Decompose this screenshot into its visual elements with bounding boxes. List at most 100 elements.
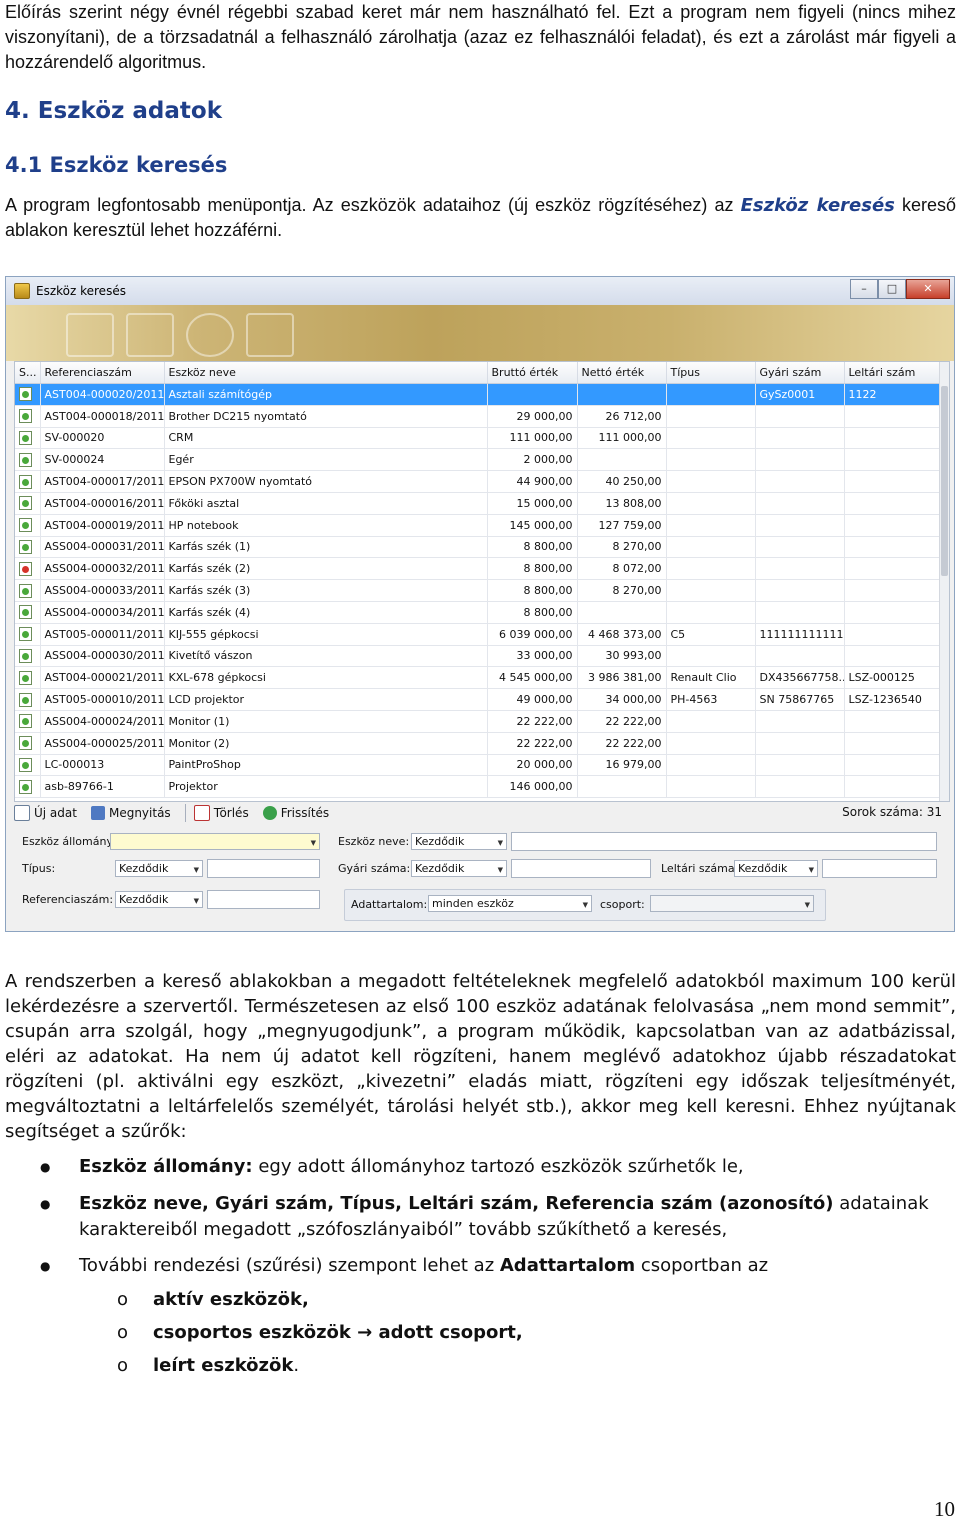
cell-serial: 1111111111111 — [755, 623, 845, 646]
status-cell — [15, 732, 41, 755]
minimize-button[interactable]: – — [850, 279, 878, 299]
cell-serial — [755, 405, 845, 428]
cell-type — [666, 645, 756, 668]
table-row[interactable]: ASS004-000032/2011 Karfás szék (2) 8 800,0… — [15, 557, 941, 581]
scrollbar-thumb[interactable] — [941, 386, 948, 576]
stock-select[interactable] — [110, 833, 320, 850]
cell-net: 8 072,00 — [577, 557, 667, 581]
reference-mode-select[interactable]: Kezdődik — [115, 891, 203, 908]
content-select[interactable]: minden eszköz — [428, 895, 592, 912]
column-header-gross[interactable]: Bruttó érték — [487, 362, 578, 384]
cell-inv: 1122 — [844, 383, 941, 406]
cell-type — [666, 492, 756, 515]
delete-button[interactable]: Törlés — [193, 805, 249, 821]
cell-name: Karfás szék (2) — [164, 557, 488, 581]
table-row[interactable]: asb-89766-1 Projektor 146 000,00 — [15, 775, 941, 799]
grid-scrollbar[interactable] — [939, 362, 949, 801]
status-green-icon — [19, 757, 32, 772]
cell-ref: ASS004-000024/2011 — [40, 710, 165, 733]
cell-gross: 44 900,00 — [487, 470, 578, 493]
inventory-mode-select[interactable]: Kezdődik — [734, 860, 818, 877]
inventory-input[interactable] — [822, 859, 937, 878]
name-input[interactable] — [511, 832, 937, 851]
serial-input[interactable] — [511, 859, 651, 878]
reference-input[interactable] — [207, 890, 320, 909]
status-cell — [15, 557, 41, 581]
cell-serial: DX435667758... — [755, 666, 845, 690]
cell-inv: LSZ-1236540 — [844, 688, 941, 711]
cell-type — [666, 470, 756, 493]
status-green-icon — [19, 474, 32, 489]
cell-net: 13 808,00 — [577, 492, 667, 515]
cell-serial: GySz0001 — [755, 383, 845, 406]
column-header-net[interactable]: Nettó érték — [577, 362, 667, 384]
cell-serial — [755, 710, 845, 733]
table-row[interactable]: AST005-000011/2011 KIJ-555 gépkocsi 6 039 … — [15, 623, 941, 646]
cell-name: Monitor (2) — [164, 732, 488, 755]
cell-net — [577, 601, 667, 624]
table-row[interactable]: ASS004-000024/2011 Monitor (1) 22 222,00 22… — [15, 710, 941, 733]
column-header-status[interactable]: S... — [15, 362, 41, 384]
asset-grid[interactable]: S... Referenciaszám Eszköz neve Bruttó é… — [14, 361, 950, 802]
table-row[interactable]: AST004-000018/2011 Brother DC215 nyomtató… — [15, 405, 941, 428]
cell-ref: asb-89766-1 — [40, 775, 165, 799]
column-header-type[interactable]: Típus — [666, 362, 756, 384]
table-row[interactable]: AST005-000010/2011 LCD projektor 49 000,00… — [15, 688, 941, 711]
refresh-button[interactable]: Frissítés — [262, 806, 329, 820]
column-header-serial[interactable]: Gyári szám — [755, 362, 845, 384]
inventory-mode-value: Kezdődik — [738, 862, 788, 875]
table-row[interactable]: AST004-000017/2011 EPSON PX700W nyomtató 4… — [15, 470, 941, 493]
content-subbullet-list: aktív eszközök, csoportos eszközök → ado… — [117, 1283, 523, 1382]
status-cell — [15, 688, 41, 711]
group-select[interactable] — [650, 895, 814, 912]
cell-inv: LSZ-000125 — [844, 666, 941, 690]
serial-mode-select[interactable]: Kezdődik — [411, 860, 507, 877]
status-green-icon — [19, 627, 32, 642]
table-row[interactable]: AST004-000019/2011 HP notebook 145 000,00 1… — [15, 514, 941, 537]
table-row[interactable]: AST004-000020/2011 Asztali számítógép GySz… — [15, 383, 941, 406]
status-green-icon — [19, 736, 32, 751]
type-input[interactable] — [207, 859, 320, 878]
cell-gross: 145 000,00 — [487, 514, 578, 537]
table-row[interactable]: AST004-000021/2011 KXL-678 gépkocsi 4 545 … — [15, 666, 941, 690]
table-row[interactable]: ASS004-000031/2011 Karfás szék (1) 8 800,0… — [15, 536, 941, 559]
table-row[interactable]: AST004-000016/2011 Főköki asztal 15 000,00… — [15, 492, 941, 515]
table-row[interactable]: ASS004-000025/2011 Monitor (2) 22 222,00 22… — [15, 732, 941, 755]
cell-serial — [755, 601, 845, 624]
cell-type — [666, 405, 756, 428]
reference-mode-value: Kezdődik — [119, 893, 169, 906]
table-row[interactable]: SV-000020 CRM 111 000,00 111 000,00 — [15, 427, 941, 450]
cell-ref: AST004-000021/2011 — [40, 666, 165, 690]
table-row[interactable]: ASS004-000033/2011 Karfás szék (3) 8 800,0… — [15, 579, 941, 602]
bullet-text: egy adott állományhoz tartozó eszközök s… — [252, 1156, 744, 1177]
close-button[interactable]: ✕ — [906, 279, 950, 299]
section-heading: 4. Eszköz adatok — [5, 98, 223, 124]
table-row[interactable]: ASS004-000030/2011 Kivetítő vászon 33 000,… — [15, 645, 941, 668]
type-mode-select[interactable]: Kezdődik — [115, 860, 203, 877]
status-green-icon — [19, 692, 32, 707]
table-row[interactable]: LC-000013 PaintProShop 20 000,00 16 979,00 — [15, 754, 941, 777]
cell-name: KIJ-555 gépkocsi — [164, 623, 488, 646]
serial-mode-value: Kezdődik — [415, 862, 465, 875]
grid-toolbar: Új adat Megnyitás Törlés Frissítés Sorok… — [14, 802, 948, 824]
column-header-reference[interactable]: Referenciaszám — [40, 362, 165, 384]
cell-name: Egér — [164, 448, 488, 472]
description-paragraph: A rendszerben a kereső ablakokban a mega… — [5, 971, 956, 1142]
table-row[interactable]: SV-000024 Egér 2 000,00 — [15, 448, 941, 472]
new-button[interactable]: Új adat — [14, 805, 77, 821]
open-button[interactable]: Megnyitás — [90, 806, 171, 820]
column-header-inventory[interactable]: Leltári szám — [844, 362, 941, 384]
cell-inv — [844, 405, 941, 428]
inventory-label: Leltári száma: — [661, 862, 739, 875]
cell-gross: 2 000,00 — [487, 448, 578, 472]
cell-ref: SV-000020 — [40, 427, 165, 450]
status-red-icon — [19, 561, 32, 576]
maximize-button[interactable]: □ — [878, 279, 906, 299]
column-header-name[interactable]: Eszköz neve — [164, 362, 488, 384]
cell-type: Renault Clio — [666, 666, 756, 690]
status-cell — [15, 579, 41, 602]
cell-ref: AST004-000020/2011 — [40, 383, 165, 406]
table-row[interactable]: ASS004-000034/2011 Karfás szék (4) 8 800,0… — [15, 601, 941, 624]
status-green-icon — [19, 583, 32, 598]
name-mode-select[interactable]: Kezdődik — [411, 833, 507, 850]
